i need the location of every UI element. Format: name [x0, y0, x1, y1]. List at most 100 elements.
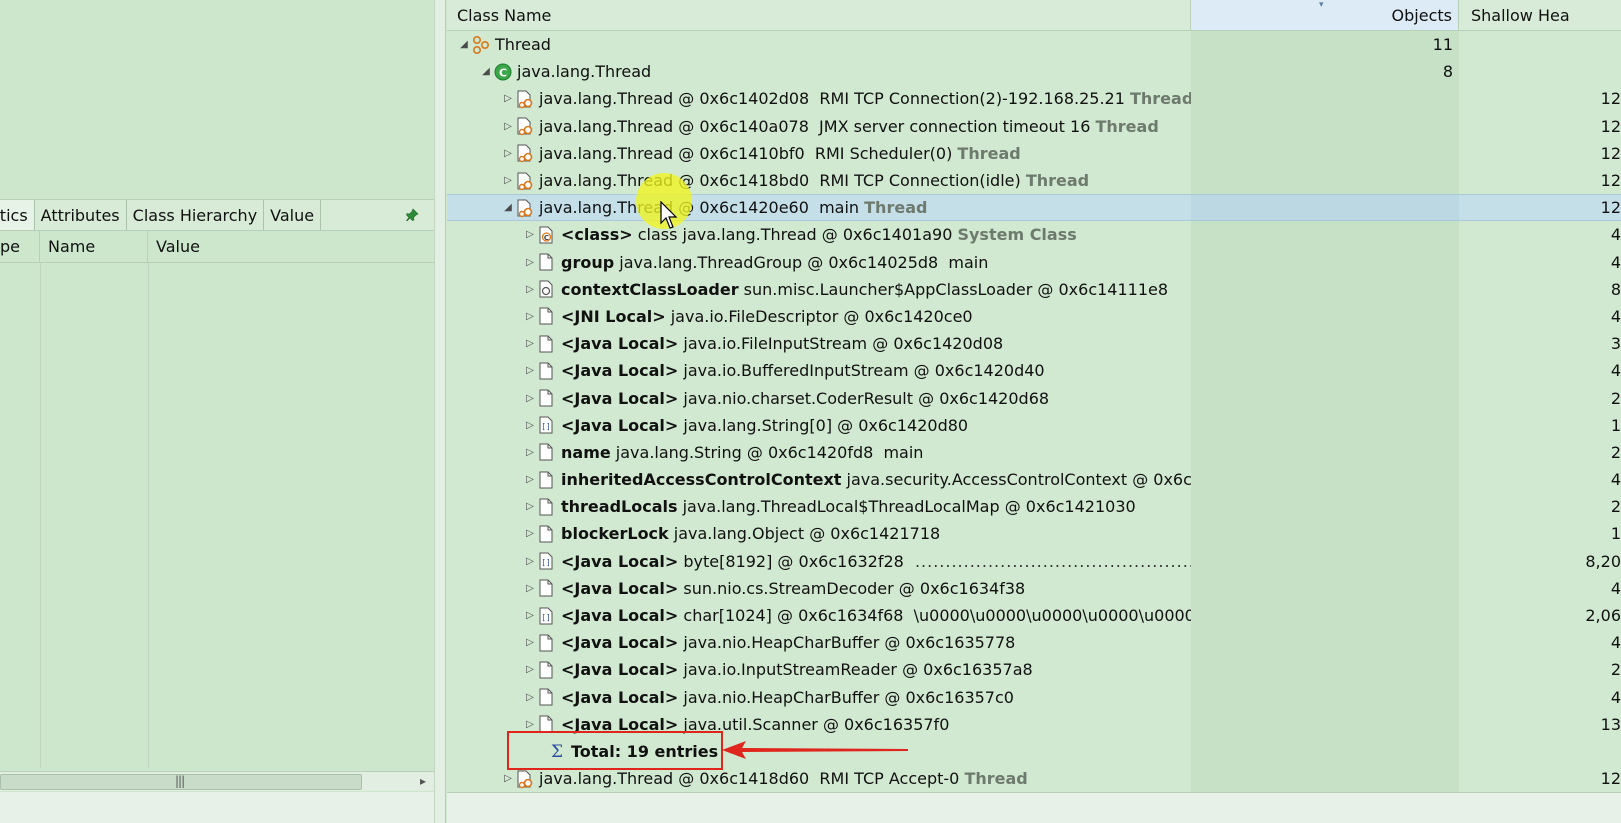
tree-row[interactable]: ▷ <JNI Local> java.io.FileDescriptor @ 0x…: [447, 302, 1621, 331]
objects-cell: [1191, 166, 1459, 195]
expand-arrow-icon[interactable]: ▷: [523, 556, 537, 567]
tree-row[interactable]: ▷ java.lang.Thread @ 0x6c1418bd0 RMI TCP …: [447, 166, 1621, 195]
expand-arrow-icon[interactable]: ▷: [523, 692, 537, 703]
shallow-heap-cell: 1: [1610, 415, 1621, 435]
tree-row[interactable]: ▷ threadLocals java.lang.ThreadLocal$Thre…: [447, 493, 1621, 521]
objects-cell: [1191, 629, 1459, 657]
tree-row[interactable]: ▷ name java.lang.String @ 0x6c1420fd8 mai…: [447, 438, 1621, 466]
row-label-part: char[1024] @ 0x6c1634f68 \u0000\u0000\u0…: [678, 606, 1191, 626]
tree-row[interactable]: ▷ <Java Local> java.io.BufferedInputStrea…: [447, 357, 1621, 385]
expand-arrow-icon[interactable]: ▷: [523, 474, 537, 485]
scroll-right-arrow-icon[interactable]: ▸: [420, 774, 426, 788]
objects-cell: [1191, 302, 1459, 331]
expand-arrow-icon[interactable]: ▷: [523, 719, 537, 730]
tab-value[interactable]: Value: [264, 200, 322, 230]
object-icon: [537, 660, 557, 680]
collapse-arrow-icon[interactable]: ◢: [479, 66, 493, 77]
expand-arrow-icon[interactable]: ▷: [501, 93, 515, 104]
row-label-part: java.lang.Thread @ 0x6c1402d08 RMI TCP C…: [539, 89, 1130, 109]
tree-row[interactable]: ▷ <Java Local> java.nio.charset.CoderResu…: [447, 384, 1621, 412]
tree-row[interactable]: ▷ <Java Local> java.io.FileInputStream @ …: [447, 330, 1621, 358]
expand-arrow-icon[interactable]: ▷: [523, 637, 537, 648]
pin-icon[interactable]: [404, 207, 420, 223]
expand-arrow-icon[interactable]: ▷: [523, 393, 537, 404]
object-icon: [537, 687, 557, 707]
tree-row[interactable]: ▷ inheritedAccessControlContext java.secu…: [447, 466, 1621, 494]
expand-arrow-icon[interactable]: ▷: [523, 528, 537, 539]
tree-row[interactable]: ▷ blockerLock java.lang.Object @ 0x6c1421…: [447, 520, 1621, 548]
tree-row[interactable]: ▷ <Java Local> java.nio.HeapCharBuffer @ …: [447, 683, 1621, 711]
tree-row[interactable]: ◢ java.lang.Thread @ 0x6c1420e60 main Thr…: [447, 194, 1621, 222]
tree-row[interactable]: ▷ <Java Local> java.util.Scanner @ 0x6c16…: [447, 710, 1621, 738]
tree-row[interactable]: ▷ [] <Java Local> char[1024] @ 0x6c1634f68…: [447, 601, 1621, 630]
row-label-part: Thread: [957, 143, 1021, 163]
tree-row[interactable]: ◢ Thread 11: [447, 31, 1621, 59]
tree-row[interactable]: ▷ <Java Local> java.nio.HeapCharBuffer @ …: [447, 629, 1621, 657]
tree-row[interactable]: ▷ java.lang.Thread @ 0x6c1410bf0 RMI Sche…: [447, 139, 1621, 167]
expand-arrow-icon[interactable]: ▷: [501, 121, 515, 132]
row-label-part: java.lang.Thread: [517, 62, 652, 82]
expand-arrow-icon[interactable]: ▷: [523, 229, 537, 240]
object-icon: [537, 633, 557, 653]
column-name[interactable]: Name: [40, 231, 148, 262]
column-objects[interactable]: ▾ Objects: [1191, 0, 1459, 30]
expand-arrow-icon[interactable]: ▷: [523, 338, 537, 349]
expand-arrow-icon[interactable]: ▷: [523, 610, 537, 621]
expand-arrow-icon[interactable]: ▷: [523, 257, 537, 268]
shallow-heap-cell: 8: [1610, 279, 1621, 299]
pane-splitter[interactable]: [434, 0, 446, 823]
tab-class-hierarchy[interactable]: Class Hierarchy: [127, 200, 265, 230]
collapse-arrow-icon[interactable]: ◢: [501, 202, 515, 213]
tree-row[interactable]: ▷ java.lang.Thread @ 0x6c1402d08 RMI TCP …: [447, 85, 1621, 113]
column-class-name[interactable]: Class Name: [447, 0, 1191, 30]
expand-arrow-icon[interactable]: ▷: [523, 284, 537, 295]
class-name-cell: ▷ contextClassLoader sun.misc.Launcher$Ap…: [447, 276, 1191, 303]
tree-row[interactable]: ▷ group java.lang.ThreadGroup @ 0x6c14025…: [447, 248, 1621, 276]
row-label-part: <Java Local>: [561, 415, 679, 435]
column-value[interactable]: Value: [148, 231, 434, 262]
objects-cell: [1191, 547, 1459, 575]
column-divider: [40, 263, 41, 768]
objects-cell: [1191, 357, 1459, 385]
column-divider: [148, 263, 149, 768]
horizontal-scrollbar[interactable]: ||| ▸: [0, 771, 434, 791]
tree-row[interactable]: ▷ [] <Java Local> byte[8192] @ 0x6c1632f28…: [447, 547, 1621, 575]
expand-arrow-icon[interactable]: ▷: [501, 773, 515, 784]
expand-arrow-icon[interactable]: ▷: [523, 664, 537, 675]
tab-statics[interactable]: atics: [0, 200, 35, 230]
shallow-heap-cell: 12: [1600, 116, 1621, 136]
expand-arrow-icon[interactable]: ▷: [523, 501, 537, 512]
row-label-part: java.lang.Thread @ 0x6c1418bd0 RMI TCP C…: [539, 171, 1026, 191]
tree-row[interactable]: ▷ java.lang.Thread @ 0x6c1418d60 RMI TCP …: [447, 765, 1621, 793]
tree-row[interactable]: ▷ [] <Java Local> java.lang.String[0] @ 0x…: [447, 411, 1621, 439]
total-entries-row[interactable]: Σ Total: 19 entries: [447, 737, 1621, 766]
expand-arrow-icon[interactable]: ▷: [523, 583, 537, 594]
row-label-part: java.nio.charset.CoderResult @ 0x6c1420d…: [678, 388, 1050, 408]
row-label-part: ........................................…: [914, 551, 1191, 571]
object-icon: [537, 524, 557, 544]
class-name-cell: ▷ <Java Local> java.util.Scanner @ 0x6c16…: [447, 711, 1191, 738]
object-icon: [537, 470, 557, 490]
expand-arrow-icon[interactable]: ▷: [523, 365, 537, 376]
expand-arrow-icon[interactable]: ▷: [523, 311, 537, 322]
tree-row[interactable]: ▷ contextClassLoader sun.misc.Launcher$Ap…: [447, 275, 1621, 303]
column-shallow-heap[interactable]: Shallow Hea: [1459, 0, 1621, 30]
expand-arrow-icon[interactable]: ▷: [523, 420, 537, 431]
tree-row[interactable]: ▷ <Java Local> sun.nio.cs.StreamDecoder @…: [447, 574, 1621, 602]
collapse-arrow-icon[interactable]: ◢: [457, 39, 471, 50]
objects-cell: [1191, 248, 1459, 276]
class-name-cell: ◢ java.lang.Thread @ 0x6c1420e60 main Thr…: [447, 195, 1191, 220]
column-type[interactable]: pe: [0, 231, 40, 262]
tree-row[interactable]: ▷ C <class> class java.lang.Thread @ 0x6c1…: [447, 221, 1621, 249]
row-label-part: java.lang.ThreadGroup @ 0x6c14025d8 main: [614, 252, 989, 272]
svg-text:C: C: [499, 66, 507, 79]
shallow-heap-cell: 12: [1600, 769, 1621, 789]
tab-attributes[interactable]: Attributes: [35, 200, 127, 230]
tree-row[interactable]: ◢ Cjava.lang.Thread 8: [447, 58, 1621, 86]
tree-row[interactable]: ▷ <Java Local> java.io.InputStreamReader …: [447, 656, 1621, 684]
row-label-part: <Java Local>: [561, 388, 679, 408]
expand-arrow-icon[interactable]: ▷: [501, 175, 515, 186]
expand-arrow-icon[interactable]: ▷: [501, 148, 515, 159]
expand-arrow-icon[interactable]: ▷: [523, 447, 537, 458]
tree-row[interactable]: ▷ java.lang.Thread @ 0x6c140a078 JMX serv…: [447, 112, 1621, 140]
